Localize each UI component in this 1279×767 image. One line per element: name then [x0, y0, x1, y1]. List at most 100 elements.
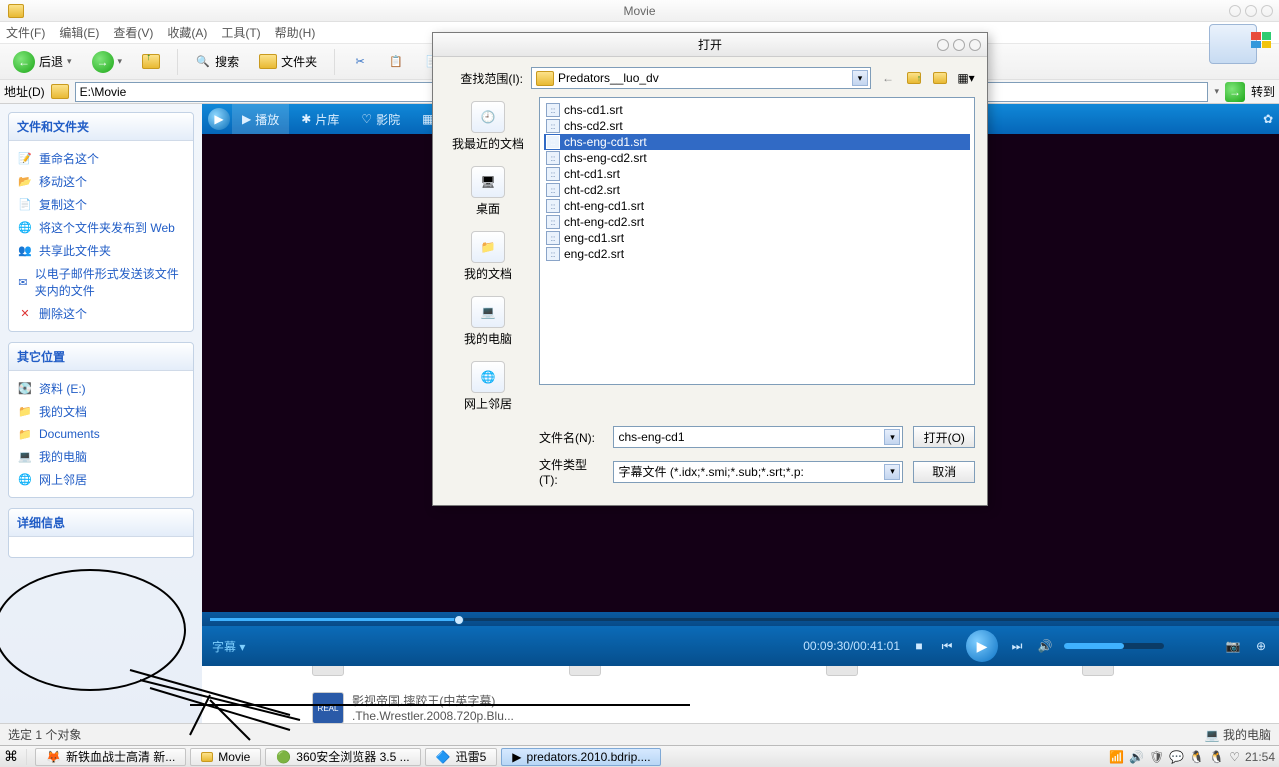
place-desktop[interactable]: 🖥桌面 [467, 162, 509, 221]
file-list[interactable]: ::chs-cd1.srt::chs-cd2.srt::chs-eng-cd1.… [539, 97, 975, 385]
dialog-open-button[interactable]: 打开(O) [913, 426, 975, 448]
tray-icon[interactable]: ♡ [1229, 750, 1240, 764]
dialog-min-button[interactable] [937, 39, 949, 51]
srt-file-icon: :: [546, 167, 560, 181]
taskbar: ⌘ 🦊新铁血战士高清 新... Movie 🟢360安全浏览器 3.5 ... … [0, 745, 1279, 767]
status-right: 💻 我的电脑 [1205, 726, 1271, 743]
new-folder-icon[interactable] [931, 69, 949, 87]
folder-icon [8, 4, 24, 18]
tray-icon[interactable]: 🐧 [1209, 750, 1224, 764]
filetype-combo[interactable]: 字幕文件 (*.idx;*.smi;*.sub;*.srt;*.p:▾ [613, 461, 903, 483]
subtitle-button[interactable]: 字幕 ▾ [212, 638, 245, 655]
task-delete[interactable]: ✕删除这个 [17, 302, 185, 325]
address-dropdown[interactable]: ▾ [1214, 86, 1219, 97]
task-share[interactable]: 👥共享此文件夹 [17, 239, 185, 262]
folders-button[interactable]: 文件夹 [252, 48, 324, 76]
menu-edit[interactable]: 编辑(E) [59, 24, 99, 41]
file-row[interactable]: ::cht-cd1.srt [544, 166, 970, 182]
srt-file-icon: :: [546, 119, 560, 133]
file-row[interactable]: ::eng-cd2.srt [544, 246, 970, 262]
details-header: 详细信息 [9, 509, 193, 537]
chevron-down-icon[interactable]: ▾ [884, 429, 900, 445]
next-button[interactable]: ⏭ [1008, 637, 1026, 655]
menu-file[interactable]: 文件(F) [6, 24, 45, 41]
tab-library[interactable]: ✱ 片库 [291, 104, 349, 134]
place-docs[interactable]: 📁Documents [17, 423, 185, 445]
system-tray[interactable]: 📶 🔊 🛡 💬 🐧 🐧 ♡ 21:54 [1109, 750, 1275, 764]
place-mypc[interactable]: 💻我的电脑 [17, 445, 185, 468]
tray-icon[interactable]: 🐧 [1189, 750, 1204, 764]
snapshot-button[interactable]: 📷 [1224, 637, 1242, 655]
place-mypc[interactable]: 💻我的电脑 [460, 292, 516, 351]
taskbar-item[interactable]: 🟢360安全浏览器 3.5 ... [265, 748, 420, 766]
taskbar-item[interactable]: Movie [190, 748, 261, 766]
file-row[interactable]: ::cht-cd2.srt [544, 182, 970, 198]
chevron-down-icon[interactable]: ▾ [884, 464, 900, 480]
copy-button[interactable]: 📋 [381, 48, 411, 76]
place-network[interactable]: 🌐网上邻居 [460, 357, 516, 416]
volume-slider[interactable] [1064, 643, 1164, 649]
menu-tools[interactable]: 工具(T) [221, 24, 260, 41]
filename-input[interactable]: chs-eng-cd1▾ [613, 426, 903, 448]
open-button[interactable]: ⊕ [1252, 637, 1270, 655]
file-row[interactable]: ::chs-cd1.srt [544, 102, 970, 118]
prev-button[interactable]: ⏮ [938, 637, 956, 655]
file-row[interactable]: ::eng-cd1.srt [544, 230, 970, 246]
tab-play[interactable]: ▶ 播放 [232, 104, 289, 134]
seek-thumb[interactable] [454, 615, 464, 625]
seek-bar[interactable] [202, 612, 1279, 626]
tray-icon[interactable]: 💬 [1169, 750, 1184, 764]
task-move[interactable]: 📂移动这个 [17, 170, 185, 193]
address-label: 地址(D) [4, 83, 45, 100]
view-menu-icon[interactable]: ▦▾ [957, 69, 975, 87]
player-settings-icon[interactable]: ✿ [1263, 112, 1273, 126]
dialog-close-button[interactable] [969, 39, 981, 51]
dialog-cancel-button[interactable]: 取消 [913, 461, 975, 483]
up-button[interactable]: ↑ [135, 48, 167, 76]
place-drive[interactable]: 💽资料 (E:) [17, 377, 185, 400]
srt-file-icon: :: [546, 103, 560, 117]
taskbar-item[interactable]: ▶predators.2010.bdrip.... [501, 748, 661, 766]
file-row[interactable]: ::cht-eng-cd2.srt [544, 214, 970, 230]
task-rename[interactable]: 📝重命名这个 [17, 147, 185, 170]
menu-fav[interactable]: 收藏(A) [167, 24, 207, 41]
maximize-button[interactable] [1245, 5, 1257, 17]
place-recent[interactable]: 🕘我最近的文档 [448, 97, 528, 156]
minimize-button[interactable] [1229, 5, 1241, 17]
tray-icon[interactable]: 🛡 [1149, 750, 1164, 764]
file-row[interactable]: ::chs-cd2.srt [544, 118, 970, 134]
back-button[interactable]: ←后退▾ [6, 48, 79, 76]
taskbar-item[interactable]: 🦊新铁血战士高清 新... [35, 748, 186, 766]
menu-help[interactable]: 帮助(H) [275, 24, 316, 41]
menu-view[interactable]: 查看(V) [113, 24, 153, 41]
cut-button[interactable]: ✂ [345, 48, 375, 76]
dialog-max-button[interactable] [953, 39, 965, 51]
start-button[interactable]: ⌘ [4, 748, 18, 765]
file-row[interactable]: ::chs-eng-cd1.srt [544, 134, 970, 150]
close-button[interactable] [1261, 5, 1273, 17]
mute-button[interactable]: 🔊 [1036, 637, 1054, 655]
file-row[interactable]: ::chs-eng-cd2.srt [544, 150, 970, 166]
search-button[interactable]: 🔍搜索 [188, 48, 246, 76]
tray-icon[interactable]: 📶 [1109, 750, 1124, 764]
stop-button[interactable]: ■ [910, 637, 928, 655]
folder-icon [51, 84, 69, 99]
nav-back-icon[interactable]: ← [879, 69, 897, 87]
tray-icon[interactable]: 🔊 [1129, 750, 1144, 764]
place-mydocs[interactable]: 📁我的文档 [17, 400, 185, 423]
task-email[interactable]: ✉以电子邮件形式发送该文件夹内的文件 [17, 262, 185, 302]
play-button[interactable]: ▶ [966, 630, 998, 662]
chevron-down-icon[interactable]: ▾ [852, 70, 868, 86]
place-mydocs[interactable]: 📁我的文档 [460, 227, 516, 286]
place-network[interactable]: 🌐网上邻居 [17, 468, 185, 491]
taskbar-item[interactable]: 🔷迅雷5 [425, 748, 498, 766]
nav-up-icon[interactable]: ↑ [905, 69, 923, 87]
file-row[interactable]: ::cht-eng-cd1.srt [544, 198, 970, 214]
forward-button[interactable]: →▾ [85, 48, 130, 76]
tab-cinema[interactable]: ♡ 影院 [351, 104, 410, 134]
lookin-label: 查找范围(I): [445, 70, 523, 87]
task-publish[interactable]: 🌐将这个文件夹发布到 Web [17, 216, 185, 239]
lookin-combo[interactable]: Predators__luo_dv ▾ [531, 67, 871, 89]
go-button[interactable]: → [1225, 82, 1245, 102]
task-copy[interactable]: 📄复制这个 [17, 193, 185, 216]
